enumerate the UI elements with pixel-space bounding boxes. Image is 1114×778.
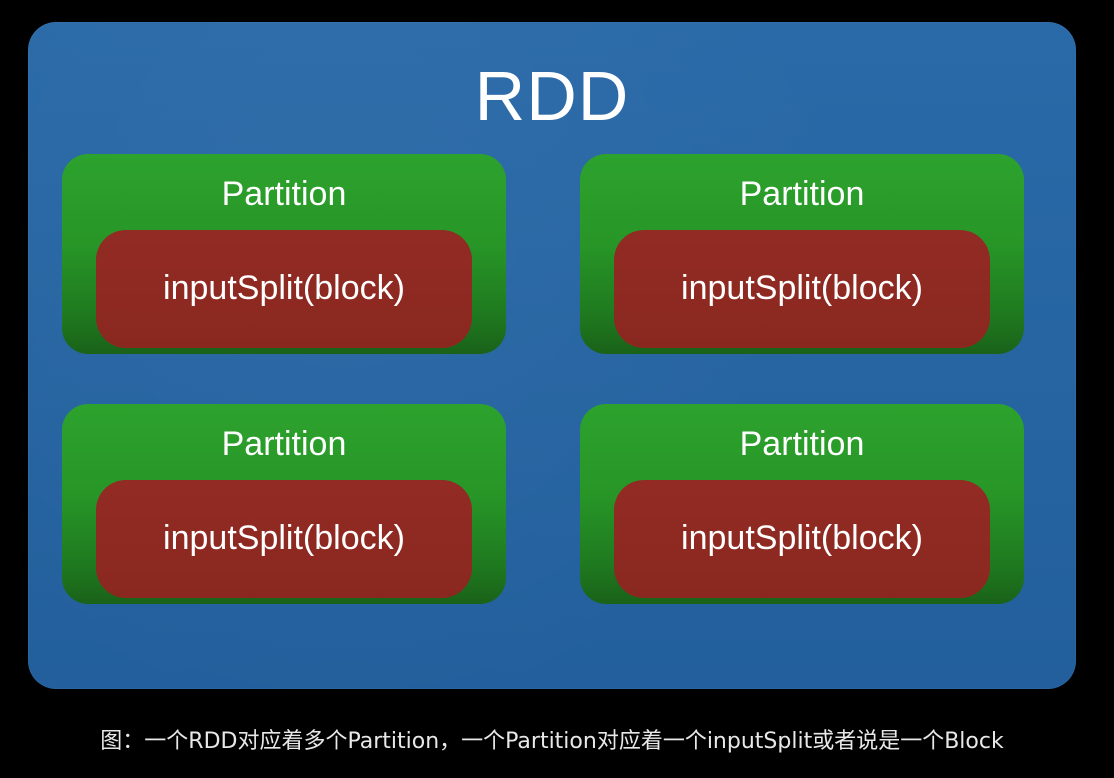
input-split-box: inputSplit(block): [614, 230, 990, 348]
figure-caption: 图：一个RDD对应着多个Partition，一个Partition对应着一个in…: [100, 729, 1004, 754]
partition-box: Partition inputSplit(block): [62, 154, 506, 354]
input-split-label: inputSplit(block): [681, 519, 923, 557]
partition-label: Partition: [739, 425, 865, 463]
input-split-box: inputSplit(block): [614, 480, 990, 598]
partition-box: Partition inputSplit(block): [62, 404, 506, 604]
partition-box: Partition inputSplit(block): [580, 154, 1024, 354]
input-split-box: inputSplit(block): [96, 230, 472, 348]
diagram-canvas: RDD Partition inputSplit(block) Partitio…: [0, 0, 1114, 778]
partition-label: Partition: [221, 175, 347, 213]
input-split-label: inputSplit(block): [163, 269, 405, 307]
partition-label: Partition: [739, 175, 865, 213]
partition-label: Partition: [221, 425, 347, 463]
input-split-label: inputSplit(block): [681, 269, 923, 307]
input-split-label: inputSplit(block): [163, 519, 405, 557]
partition-box: Partition inputSplit(block): [580, 404, 1024, 604]
input-split-box: inputSplit(block): [96, 480, 472, 598]
rdd-title: RDD: [474, 57, 630, 135]
